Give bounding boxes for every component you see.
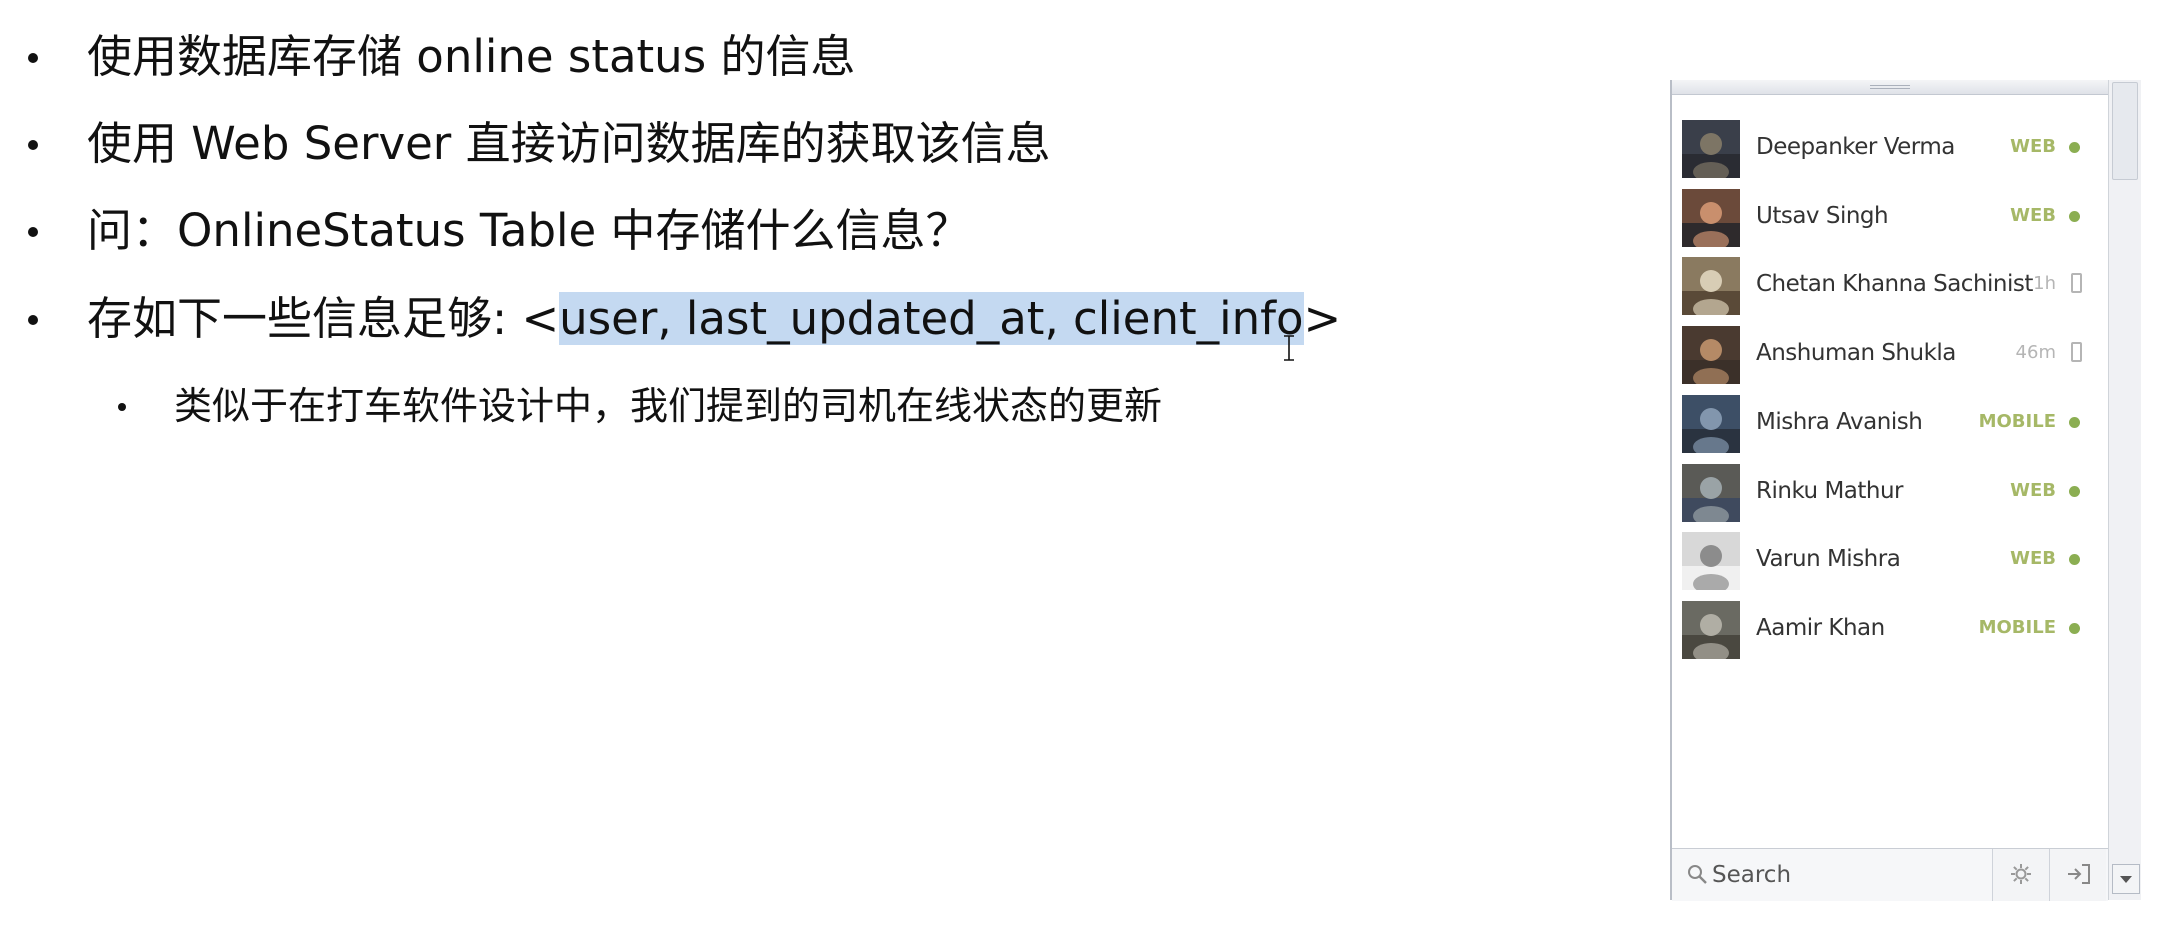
friend-name: Aamir Khan (1756, 614, 1885, 641)
sidebar-resize-handle[interactable] (1672, 80, 2108, 95)
friend-name: Mishra Avanish (1756, 408, 1923, 435)
friend-name: Chetan Khanna Sachinist (1756, 271, 2033, 298)
online-indicator-icon (2069, 485, 2080, 497)
gear-icon (2011, 864, 2031, 884)
selected-text[interactable]: user, last_updated_at, client_info (559, 292, 1304, 345)
friend-name: Deepanker Verma (1756, 134, 1955, 160)
avatar (1682, 600, 1740, 659)
friend-row[interactable]: Deepanker Verma WEB (1682, 118, 2094, 180)
text-cursor-icon (1284, 335, 1294, 361)
online-indicator-icon (2069, 416, 2080, 428)
bullet-text-prefix: 存如下一些信息足够: < (87, 292, 560, 345)
friend-name: Utsav Singh (1756, 202, 1889, 229)
mobile-phone-icon (2071, 342, 2082, 363)
chat-toolbar (1672, 848, 2108, 901)
friend-row[interactable]: Utsav Singh WEB (1682, 187, 2094, 249)
friend-name: Rinku Mathur (1756, 477, 1904, 504)
bullet-text-suffix: > (1303, 292, 1342, 345)
friend-status: MOBILE (1978, 616, 2056, 638)
friend-status: WEB (2010, 136, 2056, 157)
bullet-dot (28, 315, 38, 325)
search-icon (1688, 865, 1707, 884)
friend-row[interactable]: Mishra Avanish MOBILE (1682, 393, 2094, 455)
mobile-phone-icon (2071, 273, 2082, 294)
friend-name: Varun Mishra (1756, 546, 1901, 573)
pop-out-button[interactable] (2049, 849, 2106, 901)
friend-row[interactable]: Chetan Khanna Sachinist 1h (1682, 255, 2094, 317)
friend-row[interactable]: Anshuman Shukla 46m (1682, 324, 2094, 386)
avatar (1682, 532, 1740, 591)
scrollbar-thumb[interactable] (2112, 82, 2138, 180)
sub-bullet-text: 类似于在打车软件设计中，我们提到的司机在线状态的更新 (174, 384, 1163, 428)
search-input[interactable] (1712, 859, 1982, 891)
avatar (1682, 394, 1740, 453)
bullet-dot (118, 403, 126, 411)
friend-row[interactable]: Varun Mishra WEB (1682, 530, 2094, 592)
bullet-text: 使用 Web Server 直接访问数据库的获取该信息 (87, 117, 1051, 170)
friend-status: 46m (2015, 342, 2056, 364)
pop-out-icon (2068, 864, 2090, 884)
online-indicator-icon (2069, 554, 2080, 566)
chat-sidebar: Deepanker Verma WEB Utsav Singh WEB Chetan K… (1670, 80, 2141, 901)
friend-status: MOBILE (1978, 410, 2056, 432)
scrollbar[interactable] (2108, 80, 2141, 900)
online-indicator-icon (2069, 622, 2080, 634)
friend-status: WEB (2010, 479, 2056, 501)
search-box[interactable] (1672, 849, 1992, 901)
bullet-text: 问：OnlineStatus Table 中存储什么信息？ (87, 204, 971, 257)
avatar (1682, 257, 1740, 316)
friend-status: 1h (2033, 273, 2056, 295)
avatar (1682, 188, 1740, 247)
grip-icon (1870, 85, 1910, 89)
bullet-text[interactable]: 存如下一些信息足够: <user, last_updated_at, clien… (87, 290, 1341, 348)
bullet-dot (28, 227, 38, 237)
friend-status: WEB (2010, 548, 2056, 570)
options-button[interactable] (1992, 849, 2049, 901)
avatar (1682, 463, 1740, 522)
scroll-down-arrow-icon[interactable] (2112, 864, 2140, 894)
avatar (1682, 326, 1740, 385)
friend-name: Anshuman Shukla (1756, 340, 1956, 367)
friend-row[interactable]: Aamir Khan MOBILE (1682, 599, 2094, 661)
friend-row[interactable]: Rinku Mathur WEB (1682, 462, 2094, 524)
online-indicator-icon (2069, 142, 2080, 153)
online-indicator-icon (2069, 210, 2080, 222)
avatar (1682, 120, 1740, 178)
bullet-text: 使用数据库存储 online status 的信息 (87, 30, 856, 83)
friend-status: WEB (2010, 204, 2056, 226)
bullet-dot (28, 140, 38, 150)
bullet-dot (28, 53, 38, 63)
